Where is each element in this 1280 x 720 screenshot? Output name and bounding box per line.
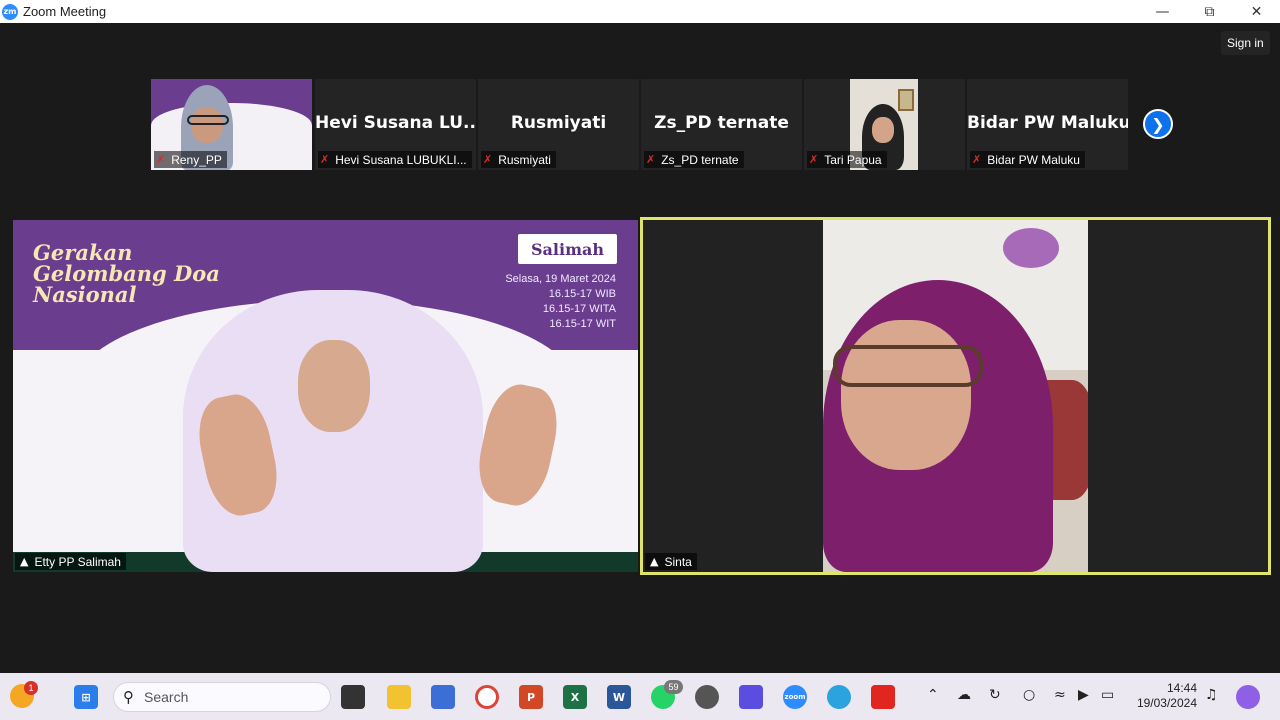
mic-muted-icon: ✗ <box>809 153 819 166</box>
participant-video <box>823 220 1088 572</box>
windows-taskbar: 1 ⊞ ⚲ Search P X W 59 zoom ⌃ ☁ ↻ ○ ≈ ▶ ▭… <box>0 673 1280 720</box>
chrome-icon[interactable] <box>475 685 499 709</box>
participant-name: Bidar PW Maluku <box>987 152 1080 167</box>
participant-label: ▲ Sinta <box>645 553 697 570</box>
participant-label: ✗ Hevi Susana LUBUKLI... <box>318 151 472 168</box>
participant-face <box>872 117 894 143</box>
participant-name: Zs_PD ternate <box>661 152 739 167</box>
store-icon[interactable] <box>431 685 455 709</box>
glasses <box>833 345 983 387</box>
banner-date: Selasa, 19 Maret 2024 16.15-17 WIB 16.15… <box>505 273 616 330</box>
sync-icon[interactable]: ↻ <box>989 687 1001 703</box>
copilot-icon[interactable] <box>1236 685 1260 709</box>
minimize-icon: — <box>1155 3 1170 20</box>
participant-face <box>191 107 223 143</box>
app-icon[interactable] <box>695 685 719 709</box>
participant-display-name: Bidar PW Maluku <box>967 113 1128 133</box>
restore-button[interactable]: ⧉ <box>1186 0 1233 23</box>
next-page-button[interactable]: ❯ <box>1143 109 1173 139</box>
task-view-icon[interactable] <box>341 685 365 709</box>
mic-muted-icon: ✗ <box>972 153 982 166</box>
zoom-icon[interactable]: zoom <box>783 685 807 709</box>
speaker-face <box>841 320 971 470</box>
windows-start-icon[interactable]: ⊞ <box>74 685 98 709</box>
word-icon[interactable]: W <box>607 685 631 709</box>
notification-bell-icon[interactable]: ♫ <box>1205 687 1218 703</box>
title-bar: zm Zoom Meeting — ⧉ ✕ <box>0 0 1280 23</box>
salimah-logo: Salimah <box>518 234 617 264</box>
clock-date: 19/03/2024 <box>1136 696 1197 710</box>
close-button[interactable]: ✕ <box>1233 0 1280 23</box>
wall-frame <box>898 89 914 111</box>
excel-icon[interactable]: X <box>563 685 587 709</box>
battery-icon[interactable]: ▭ <box>1101 687 1114 703</box>
participant-thumb-hevi[interactable]: Hevi Susana LU... ✗ Hevi Susana LUBUKLI.… <box>315 79 476 170</box>
search-placeholder: Search <box>144 689 189 705</box>
file-explorer-icon[interactable] <box>387 685 411 709</box>
participant-label: ✗ Tari Papua <box>807 151 887 168</box>
flower-decoration <box>1003 228 1059 268</box>
chevron-right-icon: ❯ <box>1151 114 1165 134</box>
pin-icon: ▲ <box>20 555 29 568</box>
participant-name: Etty PP Salimah <box>34 554 121 569</box>
wifi-icon[interactable]: ≈ <box>1054 687 1066 703</box>
participant-label: ▲ Etty PP Salimah <box>15 553 126 570</box>
mic-muted-icon: ✗ <box>646 153 656 166</box>
participant-thumb-rusmiyati[interactable]: Rusmiyati ✗ Rusmiyati <box>478 79 639 170</box>
participant-thumb-tari[interactable]: ✗ Tari Papua <box>804 79 965 170</box>
telegram-icon[interactable] <box>827 685 851 709</box>
search-box[interactable]: ⚲ Search <box>113 682 331 712</box>
participant-label: ✗ Rusmiyati <box>481 151 556 168</box>
pdf-icon[interactable] <box>871 685 895 709</box>
participant-display-name: Rusmiyati <box>510 113 607 133</box>
powerpoint-icon[interactable]: P <box>519 685 543 709</box>
mic-muted-icon: ✗ <box>483 153 493 166</box>
search-icon: ⚲ <box>123 688 134 706</box>
participant-name: Tari Papua <box>824 152 882 167</box>
minimize-button[interactable]: — <box>1139 0 1186 23</box>
participant-thumb-reny[interactable]: ✗ Reny_PP <box>151 79 312 170</box>
chevron-up-icon[interactable]: ⌃ <box>927 687 939 703</box>
notification-badge: 1 <box>24 681 38 695</box>
video-tile-sinta[interactable]: ▲ Sinta <box>640 217 1271 575</box>
whatsapp-badge: 59 <box>664 680 683 694</box>
participant-display-name: Hevi Susana LU... <box>315 113 476 133</box>
participant-name: Sinta <box>664 554 692 569</box>
mic-muted-icon: ✗ <box>320 153 330 166</box>
system-clock[interactable]: 14:44 19/03/2024 <box>1133 681 1197 711</box>
restore-icon: ⧉ <box>1204 3 1215 20</box>
participant-name: Reny_PP <box>171 152 222 167</box>
participant-label: ✗ Bidar PW Maluku <box>970 151 1085 168</box>
window-title: Zoom Meeting <box>23 4 107 19</box>
onedrive-icon[interactable]: ☁ <box>957 687 971 703</box>
window-controls: — ⧉ ✕ <box>1139 0 1280 23</box>
banner-title: Gerakan Gelombang Doa Nasional <box>33 240 220 307</box>
video-tile-etty[interactable]: Gerakan Gelombang Doa Nasional Salimah S… <box>13 220 638 572</box>
sign-in-button[interactable]: Sign in <box>1221 31 1270 55</box>
participant-name: Rusmiyati <box>498 152 551 167</box>
participant-name: Hevi Susana LUBUKLI... <box>335 152 467 167</box>
clock-time: 14:44 <box>1166 681 1197 695</box>
microphone-icon[interactable]: ○ <box>1023 687 1035 703</box>
participant-label: ✗ Reny_PP <box>154 151 227 168</box>
pin-icon: ▲ <box>650 555 659 568</box>
edit-icon[interactable] <box>739 685 763 709</box>
mic-muted-icon: ✗ <box>156 153 166 166</box>
zoom-logo-icon: zm <box>2 3 18 20</box>
meeting-area: Sign in ✗ Reny_PP Hevi Susana LU... ✗ He… <box>0 23 1280 673</box>
participant-thumb-bidar[interactable]: Bidar PW Maluku ✗ Bidar PW Maluku <box>967 79 1128 170</box>
glasses <box>187 115 229 125</box>
speaker-face <box>298 340 370 432</box>
volume-icon[interactable]: ▶ <box>1078 687 1089 703</box>
participant-display-name: Zs_PD ternate <box>654 113 789 133</box>
close-icon: ✕ <box>1250 3 1263 20</box>
participant-thumb-zs-pd-ternate[interactable]: Zs_PD ternate ✗ Zs_PD ternate <box>641 79 802 170</box>
participant-label: ✗ Zs_PD ternate <box>644 151 744 168</box>
